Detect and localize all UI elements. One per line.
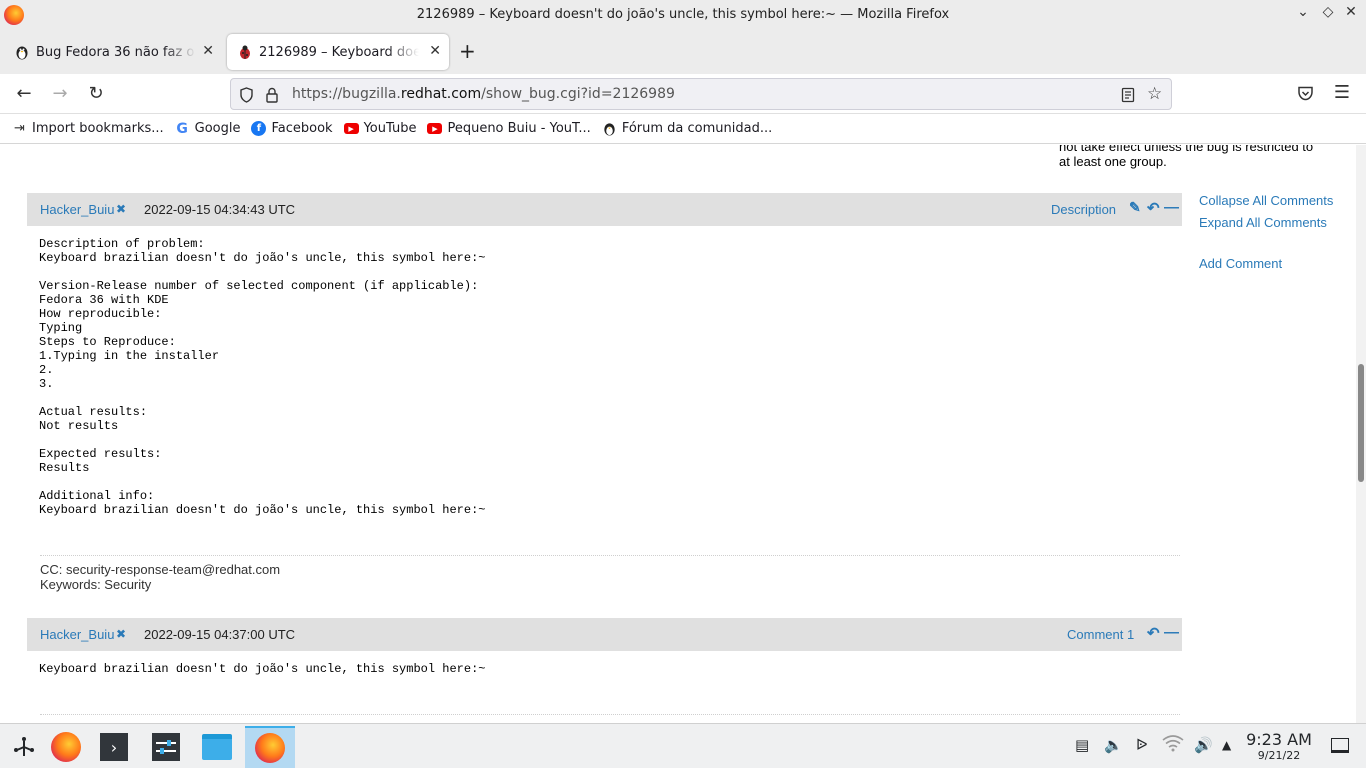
- add-comment-link[interactable]: Add Comment: [1199, 256, 1282, 271]
- window-title: 2126989 – Keyboard doesn't do joão's unc…: [416, 7, 950, 22]
- comment-author-link[interactable]: Hacker_Buiu: [40, 627, 114, 642]
- close-window-icon[interactable]: ✕: [1340, 4, 1362, 20]
- terminal-icon[interactable]: ›: [90, 726, 138, 768]
- comment-header: Hacker_Buiu ✖ 2022-09-15 04:34:43 UTC De…: [27, 193, 1182, 226]
- shield-icon[interactable]: [239, 87, 254, 103]
- collapse-all-comments-link[interactable]: Collapse All Comments: [1199, 193, 1333, 208]
- note-line: not take effect unless the bug is restri…: [1059, 145, 1314, 154]
- page-content: not take effect unless the bug is restri…: [0, 145, 1366, 723]
- reply-icon[interactable]: ↶: [1147, 199, 1160, 217]
- url-bar[interactable]: https://bugzilla.redhat.com/show_bug.cgi…: [230, 78, 1172, 110]
- bluetooth-icon[interactable]: ᐉ: [1136, 736, 1148, 754]
- google-icon: G: [176, 120, 188, 137]
- navigation-bar: ← → ↻ https://bugzilla.redhat.com/show_b…: [0, 74, 1366, 114]
- firefox-taskbar-icon[interactable]: [42, 726, 90, 768]
- window-titlebar: 2126989 – Keyboard doesn't do joão's unc…: [0, 0, 1366, 30]
- taskbar: › ▤ 🔈 ᐉ 🔊 ▲ 9:23 AM 9/21/22: [0, 723, 1366, 768]
- bookmark-import[interactable]: ⇥ Import bookmarks...: [12, 121, 164, 136]
- bookmark-facebook[interactable]: f Facebook: [251, 121, 333, 136]
- bookmark-label: Fórum da comunidad...: [621, 121, 773, 136]
- bookmark-forum[interactable]: Fórum da comunidad...: [602, 121, 772, 136]
- url-prefix: https://bugzilla.: [292, 86, 401, 102]
- bookmarks-toolbar: ⇥ Import bookmarks... G Google f Faceboo…: [0, 114, 1366, 144]
- close-tab-icon[interactable]: ✕: [202, 43, 214, 59]
- bookmark-youtube[interactable]: ▶ YouTube: [343, 121, 417, 136]
- tab-label: 2126989 – Keyboard doesn't do joão's unc…: [259, 44, 419, 60]
- bookmark-label: YouTube: [363, 121, 417, 136]
- youtube-icon: ▶: [427, 123, 443, 134]
- lock-icon[interactable]: [265, 87, 279, 103]
- forward-arrow-icon[interactable]: →: [48, 83, 72, 104]
- minimize-icon[interactable]: ⌄: [1292, 4, 1314, 20]
- comment-divider: [40, 714, 1180, 715]
- audio-icon[interactable]: 🔊: [1194, 736, 1213, 754]
- new-tab-icon[interactable]: +: [459, 39, 476, 63]
- clock-date: 9/21/22: [1257, 749, 1301, 762]
- menu-hamburger-icon[interactable]: ☰: [1330, 82, 1354, 103]
- bug-icon: [240, 45, 250, 59]
- tab-bug-fedora[interactable]: Bug Fedora 36 não faz o til ✕: [4, 34, 222, 70]
- url-domain: redhat.com: [400, 86, 482, 102]
- bookmark-google[interactable]: G Google: [175, 120, 241, 137]
- collapse-minus-icon[interactable]: —: [1164, 624, 1179, 641]
- volume-icon[interactable]: 🔈: [1104, 736, 1123, 754]
- reload-icon[interactable]: ↻: [84, 83, 108, 104]
- edit-icon[interactable]: ✎: [1129, 199, 1141, 216]
- page-scrollbar[interactable]: [1356, 145, 1366, 723]
- show-desktop-icon[interactable]: [1331, 738, 1349, 753]
- clock-time: 9:23 AM: [1246, 730, 1312, 749]
- wrench-icon: ✖: [116, 627, 127, 641]
- back-arrow-icon[interactable]: ←: [12, 83, 36, 104]
- import-icon: ⇥: [14, 121, 25, 136]
- tux-icon: [604, 123, 615, 136]
- clipboard-icon[interactable]: ▤: [1075, 736, 1089, 754]
- tab-label: Bug Fedora 36 não faz o til: [36, 44, 196, 60]
- tray-expand-icon[interactable]: ▲: [1222, 738, 1231, 752]
- clock[interactable]: 9:23 AM 9/21/22: [1240, 730, 1318, 763]
- comment-1-link[interactable]: Comment 1: [1067, 627, 1134, 642]
- maximize-icon[interactable]: ◇: [1317, 4, 1339, 20]
- facebook-icon: f: [251, 121, 267, 136]
- note-line: at least one group.: [1059, 154, 1167, 169]
- cc-info: CC: security-response-team@redhat.com: [40, 562, 281, 577]
- bookmark-label: Pequeno Buiu - YouT...: [447, 121, 591, 136]
- bookmark-pequeno-buiu[interactable]: ▶ Pequeno Buiu - YouT...: [427, 121, 591, 136]
- bookmark-star-icon[interactable]: ☆: [1147, 84, 1162, 104]
- system-settings-icon[interactable]: [142, 726, 190, 768]
- collapse-minus-icon[interactable]: —: [1164, 199, 1179, 216]
- keywords-info: Keywords: Security: [40, 577, 152, 592]
- reply-icon[interactable]: ↶: [1147, 624, 1160, 642]
- tux-icon: [16, 46, 28, 60]
- expand-all-comments-link[interactable]: Expand All Comments: [1199, 215, 1327, 230]
- wrench-icon: ✖: [116, 202, 127, 216]
- app-launcher-icon[interactable]: [0, 726, 48, 768]
- comment-body: Description of problem: Keyboard brazili…: [39, 237, 486, 517]
- tab-bar: Bug Fedora 36 não faz o til ✕ 2126989 – …: [0, 30, 1366, 74]
- wifi-icon[interactable]: [1162, 734, 1184, 756]
- pocket-icon[interactable]: [1297, 86, 1314, 101]
- tab-bugzilla-2126989[interactable]: 2126989 – Keyboard doesn't do joão's unc…: [227, 34, 449, 70]
- file-manager-icon[interactable]: [193, 726, 241, 768]
- comment-body: Keyboard brazilian doesn't do joão's unc…: [39, 662, 486, 676]
- bookmark-label: Import bookmarks...: [32, 121, 164, 136]
- youtube-icon: ▶: [343, 123, 359, 134]
- comment-header: Hacker_Buiu ✖ 2022-09-15 04:37:00 UTC Co…: [27, 618, 1182, 651]
- group-restriction-note: not take effect unless the bug is restri…: [1059, 145, 1329, 169]
- url-path: /show_bug.cgi?id=2126989: [481, 86, 675, 102]
- url-text[interactable]: https://bugzilla.redhat.com/show_bug.cgi…: [292, 86, 675, 102]
- description-link[interactable]: Description: [1051, 202, 1116, 217]
- bookmark-label: Facebook: [271, 121, 333, 136]
- comment-timestamp: 2022-09-15 04:34:43 UTC: [144, 202, 296, 217]
- comment-author-link[interactable]: Hacker_Buiu: [40, 202, 114, 217]
- reader-view-icon[interactable]: [1121, 87, 1135, 103]
- comment-divider: [40, 555, 1180, 556]
- firefox-active-taskbar-icon[interactable]: [245, 726, 295, 768]
- scrollbar-thumb[interactable]: [1358, 364, 1364, 482]
- comment-timestamp: 2022-09-15 04:37:00 UTC: [144, 627, 296, 642]
- bookmark-label: Google: [194, 121, 241, 136]
- close-tab-icon[interactable]: ✕: [429, 43, 441, 59]
